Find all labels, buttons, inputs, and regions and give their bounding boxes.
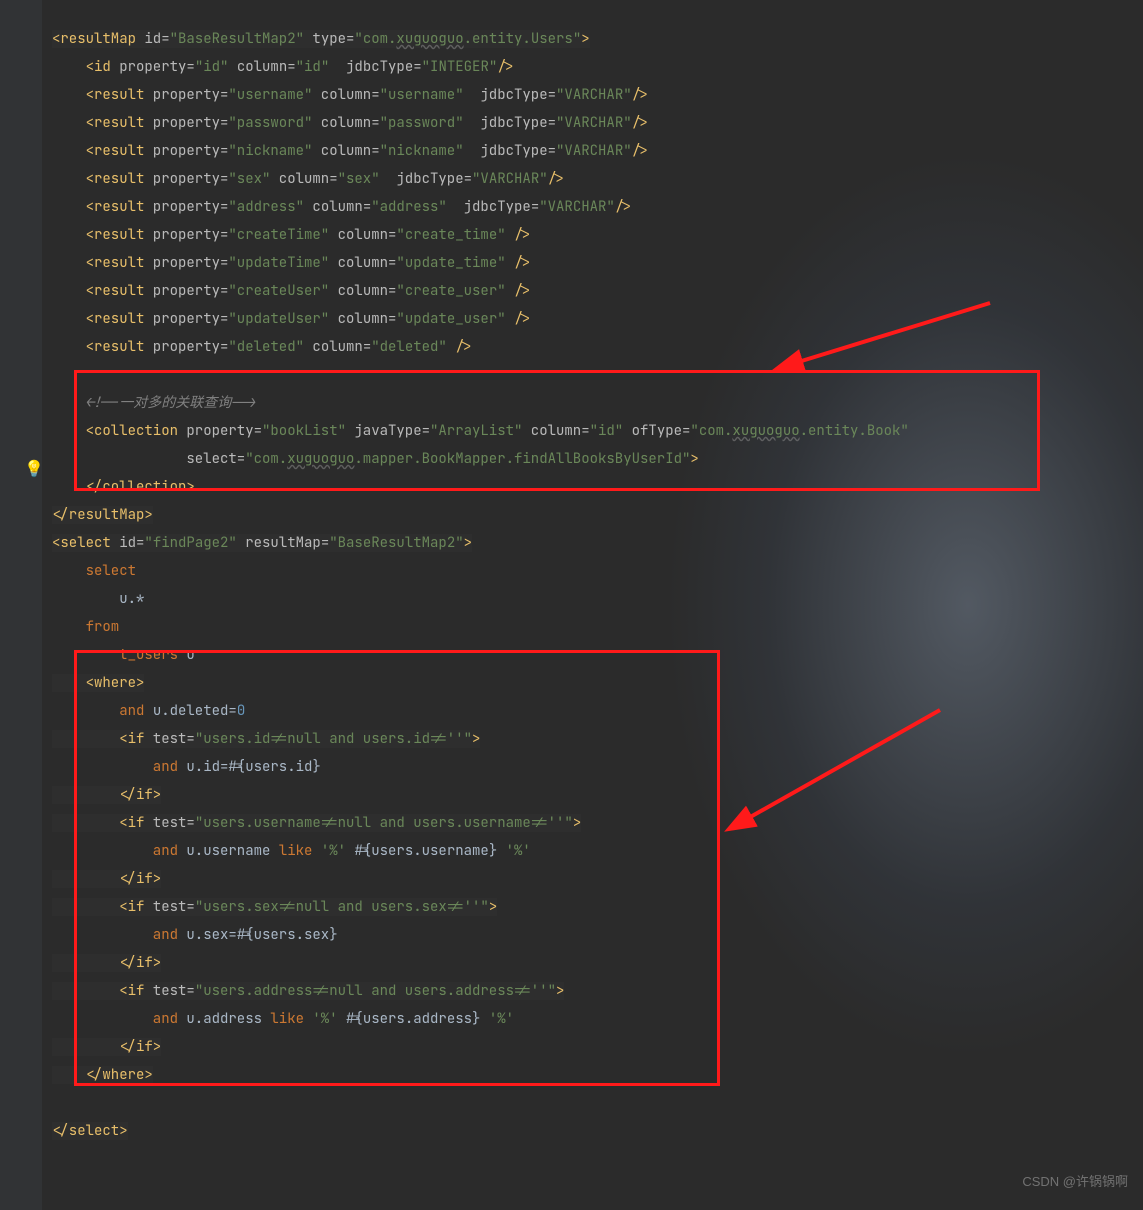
- code-line[interactable]: <result property="updateUser" column="up…: [52, 305, 1143, 333]
- code-line[interactable]: <result property="nickname" column="nick…: [52, 137, 1143, 165]
- code-editor[interactable]: <resultMap id="BaseResultMap2" type="com…: [0, 0, 1143, 1145]
- code-line[interactable]: select="com.xuguoguo.mapper.BookMapper.f…: [52, 445, 1143, 473]
- code-line[interactable]: <result property="deleted" column="delet…: [52, 333, 1143, 361]
- code-line[interactable]: and u.deleted=0: [52, 697, 1143, 725]
- code-line[interactable]: </where>: [52, 1061, 1143, 1089]
- code-line[interactable]: </select>: [52, 1117, 1143, 1145]
- code-line[interactable]: t_users u: [52, 641, 1143, 669]
- code-line[interactable]: </if>: [52, 1033, 1143, 1061]
- code-line[interactable]: <result property="updateTime" column="up…: [52, 249, 1143, 277]
- code-line[interactable]: <id property="id" column="id" jdbcType="…: [52, 53, 1143, 81]
- code-line[interactable]: <!--一对多的关联查询-->: [52, 389, 1143, 417]
- code-line[interactable]: <where>: [52, 669, 1143, 697]
- code-line[interactable]: <result property="password" column="pass…: [52, 109, 1143, 137]
- code-line[interactable]: <if test="users.username!=null and users…: [52, 809, 1143, 837]
- code-line[interactable]: and u.id=#{users.id}: [52, 753, 1143, 781]
- code-line[interactable]: u.*: [52, 585, 1143, 613]
- code-line[interactable]: <result property="address" column="addre…: [52, 193, 1143, 221]
- code-line[interactable]: </if>: [52, 781, 1143, 809]
- code-line[interactable]: <result property="createUser" column="cr…: [52, 277, 1143, 305]
- code-line[interactable]: <resultMap id="BaseResultMap2" type="com…: [52, 25, 1143, 53]
- watermark: CSDN @许锅锅啊: [1022, 1171, 1128, 1190]
- code-line[interactable]: <select id="findPage2" resultMap="BaseRe…: [52, 529, 1143, 557]
- code-line[interactable]: </if>: [52, 949, 1143, 977]
- code-line[interactable]: [52, 361, 1143, 389]
- code-line[interactable]: <result property="createTime" column="cr…: [52, 221, 1143, 249]
- code-line[interactable]: <result property="sex" column="sex" jdbc…: [52, 165, 1143, 193]
- code-line[interactable]: </if>: [52, 865, 1143, 893]
- code-line[interactable]: <if test="users.sex!=null and users.sex!…: [52, 893, 1143, 921]
- code-line[interactable]: <if test="users.address!=null and users.…: [52, 977, 1143, 1005]
- code-line[interactable]: </resultMap>: [52, 501, 1143, 529]
- code-line[interactable]: and u.sex=#{users.sex}: [52, 921, 1143, 949]
- code-line[interactable]: <collection property="bookList" javaType…: [52, 417, 1143, 445]
- code-line[interactable]: and u.username like '%' #{users.username…: [52, 837, 1143, 865]
- code-line[interactable]: from: [52, 613, 1143, 641]
- code-line[interactable]: <if test="users.id!=null and users.id!='…: [52, 725, 1143, 753]
- code-line[interactable]: and u.address like '%' #{users.address} …: [52, 1005, 1143, 1033]
- code-line[interactable]: select: [52, 557, 1143, 585]
- code-line[interactable]: </collection>: [52, 473, 1143, 501]
- code-line[interactable]: <result property="username" column="user…: [52, 81, 1143, 109]
- code-line[interactable]: [52, 1089, 1143, 1117]
